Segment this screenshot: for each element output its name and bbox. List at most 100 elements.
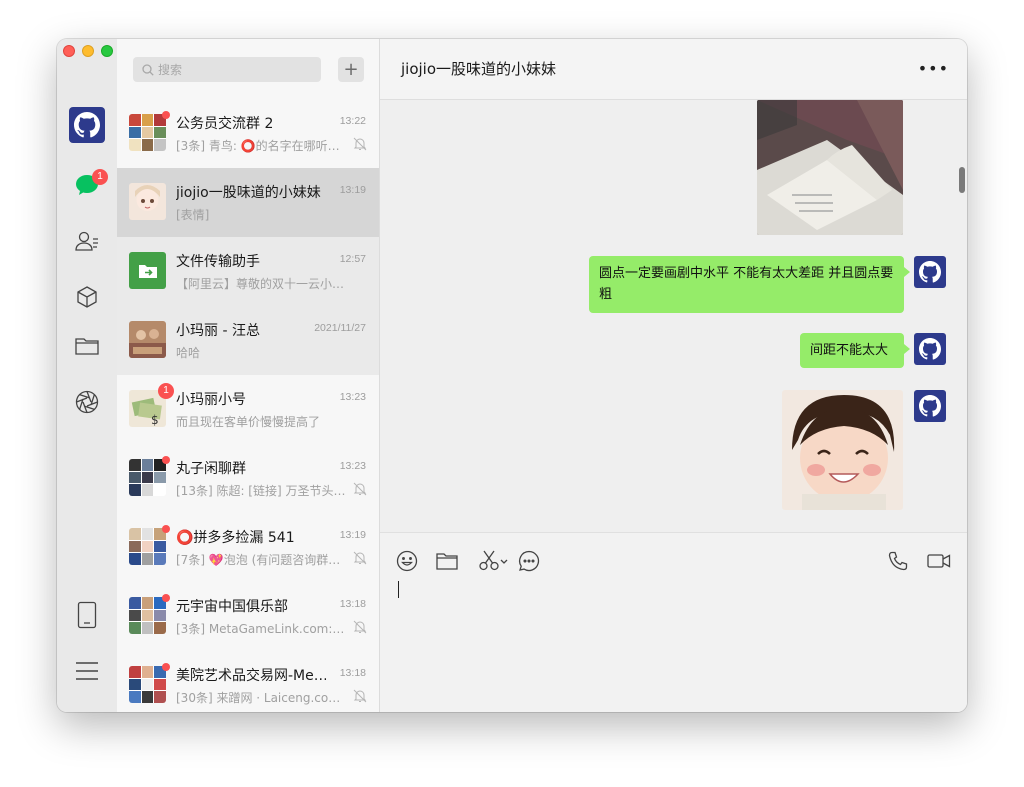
minimize-button[interactable] (82, 45, 94, 57)
contacts-tab[interactable] (72, 226, 102, 256)
chat-history-button[interactable] (517, 549, 541, 573)
my-avatar[interactable] (914, 256, 946, 288)
plus-icon: + (343, 59, 359, 80)
github-icon (919, 395, 941, 417)
conversation-item-selected[interactable]: jiojio一股味道的小妹妹 13:19 [表情] (117, 168, 379, 237)
conversation-item[interactable]: 小玛丽 - 汪总 2021/11/27 哈哈 (117, 306, 379, 375)
mute-bell-icon (353, 551, 367, 565)
mute-bell-icon (353, 689, 367, 703)
conversation-item[interactable]: 丸子闲聊群 13:23 [13条] 陈超: [链接] 万圣节头… (117, 444, 379, 513)
conversation-time: 13:23 (339, 391, 366, 403)
conversation-item[interactable]: 美院艺术品交易网-Me… 13:18 [30条] 来蹭网 · Laiceng.c… (117, 651, 379, 712)
conversation-time: 13:22 (339, 115, 366, 127)
favorites-tab[interactable] (72, 282, 102, 312)
conversation-preview: [3条] MetaGameLink.com: nf… (176, 622, 346, 636)
send-file-button[interactable] (435, 549, 459, 573)
message-list[interactable]: 圆点一定要画剧中水平 不能有太大差距 并且圆点要粗 间距不能太大 (380, 100, 967, 532)
window-controls (63, 45, 113, 57)
conversation-item[interactable]: 文件传输助手 12:57 【阿里云】尊敬的双十一云小宝… (117, 237, 379, 306)
folder-icon (436, 553, 458, 570)
conversation-item[interactable]: ⭕拼多多捡漏 541 13:19 [7条] 💖泡泡 (有问题咨询群… (117, 513, 379, 582)
text-message-bubble[interactable]: 圆点一定要画剧中水平 不能有太大差距 并且圆点要粗 (589, 256, 910, 313)
contact-avatar (129, 321, 166, 358)
unread-dot (162, 525, 170, 533)
conversation-preview: [30条] 来蹭网 · Laiceng.com:… (176, 691, 346, 705)
text-cursor (398, 581, 399, 598)
github-icon (919, 261, 941, 283)
speech-bubble-icon (519, 550, 540, 572)
conversation-time: 12:57 (339, 253, 366, 265)
video-call-button[interactable] (926, 549, 952, 573)
sticker-message[interactable] (782, 390, 903, 510)
conversation-name: 元宇宙中国俱乐部 (176, 599, 288, 615)
voice-call-button[interactable] (886, 549, 910, 573)
cube-icon (77, 286, 97, 308)
my-avatar[interactable] (914, 390, 946, 422)
screenshot-button[interactable] (477, 549, 511, 573)
conversation-time: 13:18 (339, 667, 366, 679)
github-icon (919, 338, 941, 360)
search-icon (142, 63, 154, 76)
emoji-button[interactable] (395, 549, 419, 573)
mute-bell-icon (353, 620, 367, 634)
phone-tab[interactable] (72, 600, 102, 630)
unread-badge: 1 (92, 169, 108, 185)
conversation-name: jiojio一股味道的小妹妹 (176, 185, 321, 201)
unread-dot (162, 111, 170, 119)
mobile-phone-icon (77, 601, 97, 629)
conversation-name: 文件传输助手 (176, 254, 260, 270)
conversation-name: 丸子闲聊群 (176, 461, 246, 477)
menu-button[interactable] (72, 656, 102, 686)
conversation-preview: [7条] 💖泡泡 (有问题咨询群… (176, 553, 341, 567)
moments-tab[interactable] (72, 387, 102, 417)
conversation-item[interactable]: $ 1 小玛丽小号 13:23 而且现在客单价慢慢提高了 (117, 375, 379, 444)
text-message-bubble[interactable]: 间距不能太大 (800, 333, 910, 368)
search-placeholder: 搜索 (158, 63, 183, 77)
message-composer[interactable] (380, 532, 967, 712)
conversation-item[interactable]: 公务员交流群 2 13:22 [3条] 青鸟: ⭕的名字在哪听… (117, 99, 379, 168)
unread-dot (162, 594, 170, 602)
my-avatar[interactable] (914, 333, 946, 365)
conversation-preview: 哈哈 (176, 346, 201, 360)
unread-badge: 1 (158, 383, 174, 399)
close-button[interactable] (63, 45, 75, 57)
group-avatar (129, 597, 166, 634)
user-avatar[interactable] (69, 107, 105, 143)
conversation-time: 13:23 (339, 460, 366, 472)
conversation-preview: 而且现在客单价慢慢提高了 (176, 415, 321, 429)
github-icon (74, 112, 100, 138)
new-chat-button[interactable]: + (338, 57, 364, 82)
more-options-button[interactable]: ••• (918, 59, 949, 78)
search-input[interactable]: 搜索 (133, 57, 321, 82)
conversation-item[interactable]: 元宇宙中国俱乐部 13:18 [3条] MetaGameLink.com: nf… (117, 582, 379, 651)
conversation-name: 公务员交流群 2 (176, 116, 274, 132)
conversation-preview: [13条] 陈超: [链接] 万圣节头… (176, 484, 346, 498)
group-avatar (129, 528, 166, 565)
chats-tab[interactable]: 1 (72, 169, 108, 200)
conversation-time: 13:19 (339, 529, 366, 541)
zoom-button[interactable] (101, 45, 113, 57)
svg-text:$: $ (151, 413, 159, 427)
conversation-time: 13:19 (339, 184, 366, 196)
video-camera-icon (927, 554, 951, 568)
image-message[interactable] (757, 100, 903, 235)
unread-dot (162, 456, 170, 464)
conversation-name: 小玛丽小号 (176, 392, 246, 408)
hamburger-icon (76, 662, 98, 680)
mute-bell-icon (353, 137, 367, 151)
group-avatar (129, 666, 166, 703)
sidebar-rail: 1 (57, 39, 117, 712)
wechat-window: 1 搜索 + 公务员交流群 2 13:22 [3条] 青鸟: ⭕的名字在哪听… … (57, 39, 967, 712)
conversation-preview: 【阿里云】尊敬的双十一云小宝… (176, 277, 346, 291)
aperture-icon (75, 390, 99, 414)
message-scrollbar[interactable] (959, 167, 965, 193)
chat-header: jiojio一股味道的小妹妹 ••• (380, 39, 967, 100)
files-tab[interactable] (72, 331, 102, 361)
unread-dot (162, 663, 170, 671)
group-avatar (129, 459, 166, 496)
phone-icon (888, 551, 908, 571)
conversation-preview: [3条] 青鸟: ⭕的名字在哪听… (176, 139, 340, 153)
group-avatar (129, 114, 166, 151)
contacts-icon (75, 231, 98, 251)
mute-bell-icon (353, 482, 367, 496)
